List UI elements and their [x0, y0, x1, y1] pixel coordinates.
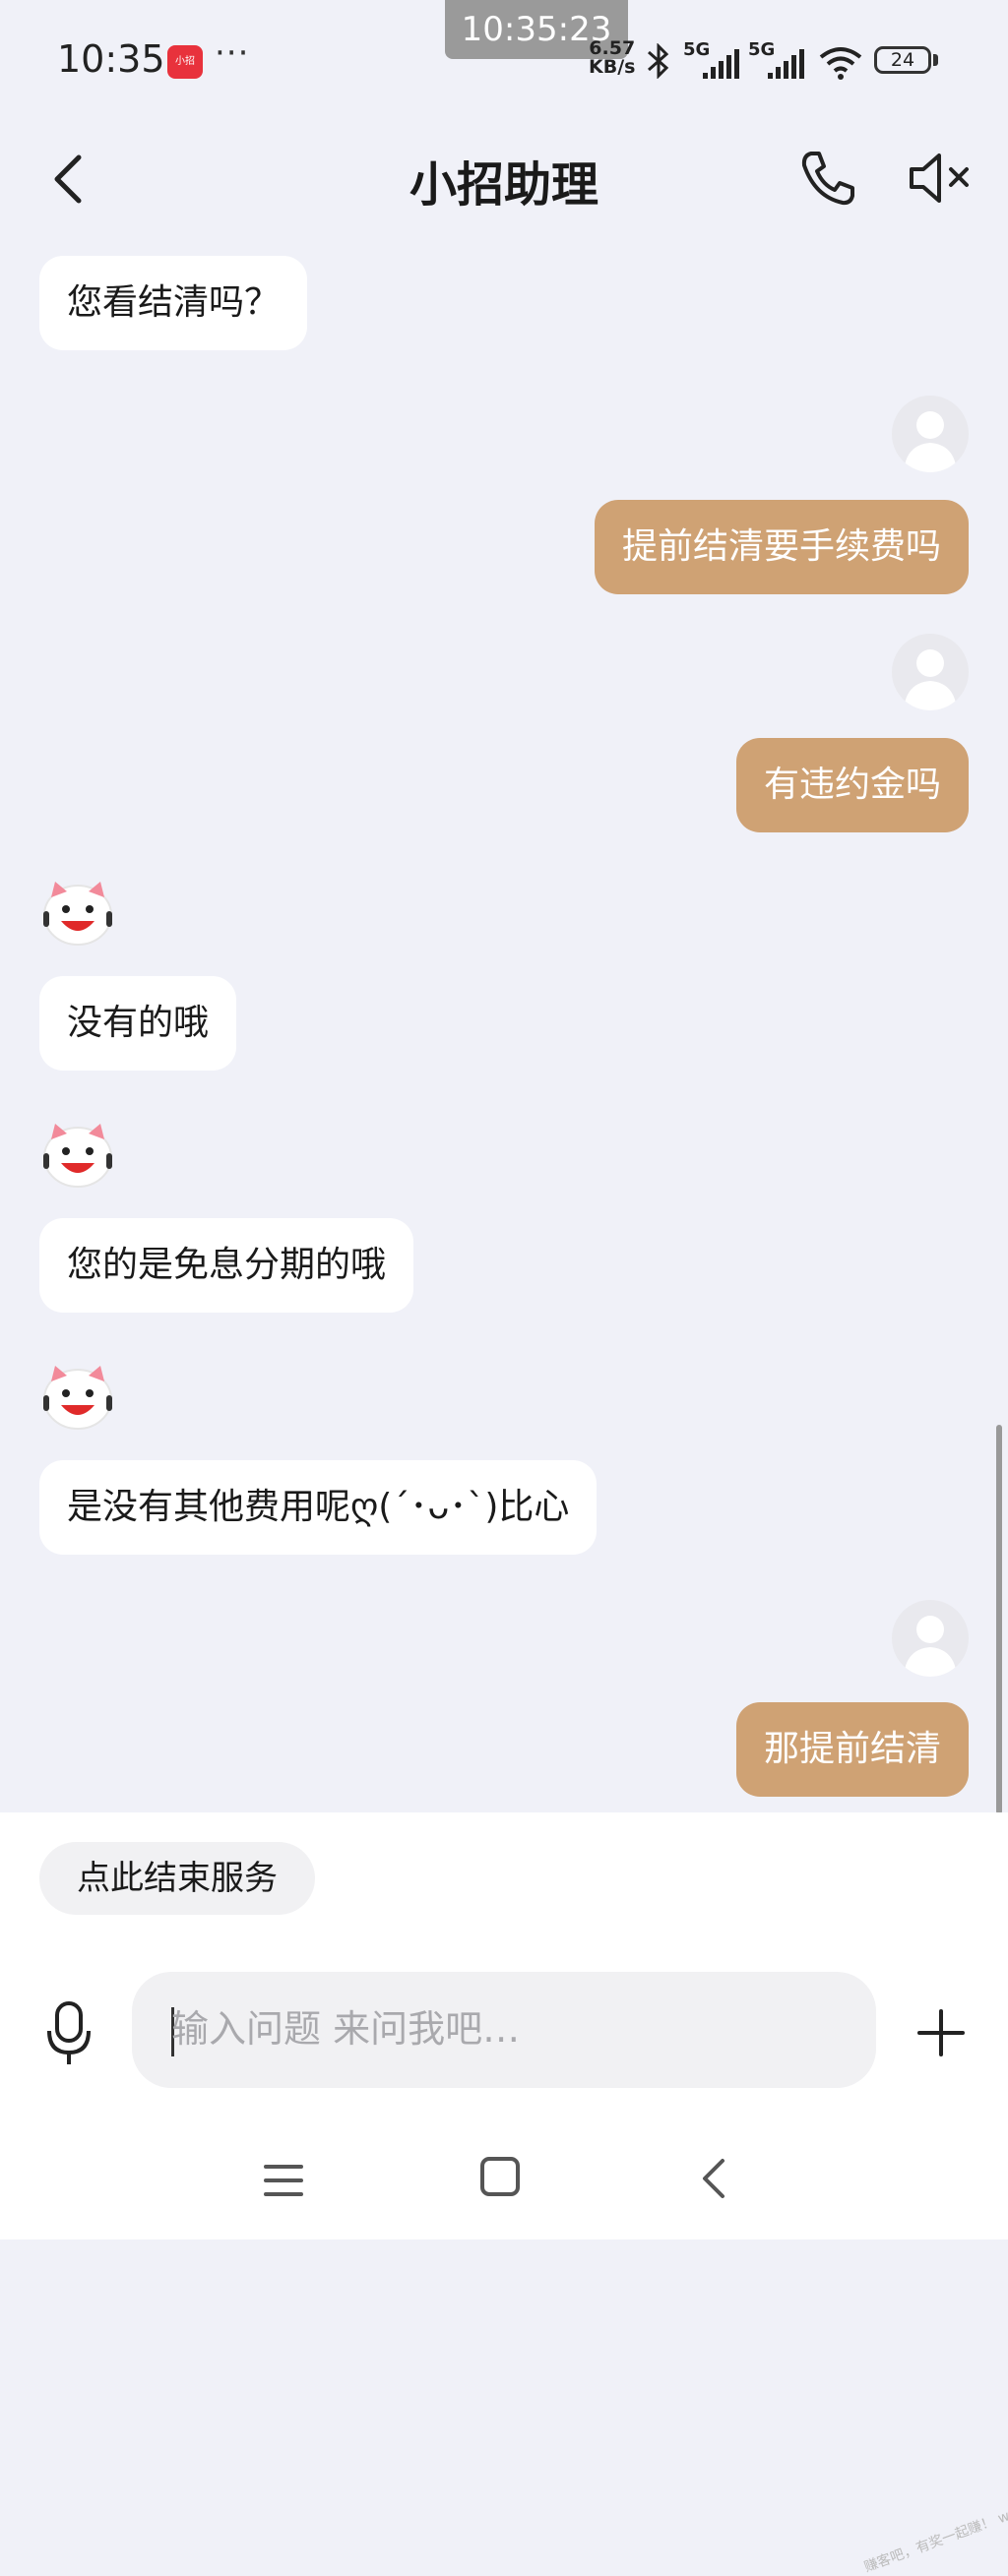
- user-avatar: [892, 396, 969, 472]
- network-speed: 6.57 KB/s: [589, 39, 635, 77]
- input-placeholder: 输入问题 来问我吧…: [171, 2007, 521, 2051]
- bluetooth-icon: [648, 43, 669, 79]
- battery-indicator: 24: [874, 46, 931, 74]
- signal-sim1-icon: [703, 49, 739, 79]
- bot-mascot-avatar-icon: [43, 882, 112, 946]
- user-message: 提前结清要手续费吗: [594, 500, 969, 594]
- user-avatar-icon: [904, 411, 957, 472]
- user-avatar-icon: [904, 1616, 957, 1677]
- system-back-icon[interactable]: [697, 2157, 730, 2200]
- user-avatar-icon: [904, 649, 957, 710]
- question-input[interactable]: 输入问题 来问我吧…: [132, 1972, 876, 2088]
- bot-mascot-avatar-icon: [43, 1124, 112, 1188]
- chat-scrollbar[interactable]: [996, 1425, 1002, 1814]
- home-square-icon[interactable]: [478, 2155, 522, 2198]
- bottom-input-panel: 点此结束服务 输入问题 来问我吧… 赚客吧，有奖一起赚！ www.zuanke8…: [0, 1812, 1008, 2576]
- speaker-mute-icon[interactable]: [906, 148, 975, 209]
- signal-sim2-icon: [768, 49, 804, 79]
- bot-message: 您看结清吗？: [39, 256, 308, 350]
- more-notifications-icon: ···: [215, 33, 250, 73]
- battery-tip: [933, 54, 938, 66]
- bot-message: 是没有其他费用呢ღ(´･ᴗ･`)比心: [39, 1460, 598, 1555]
- chat-message-list[interactable]: 您看结清吗？ 提前结清要手续费吗 有违约金吗 没有的哦 您的是免息分期的哦 是没…: [0, 236, 1008, 1810]
- bot-message: 您的是免息分期的哦: [39, 1218, 414, 1313]
- system-navigation-bar: 赚客吧，有奖一起赚！ www.zuanke8.com: [0, 2137, 1008, 2576]
- app-notification-icon: 小招: [167, 45, 203, 79]
- user-message: 有违约金吗: [735, 738, 969, 832]
- watermark: 赚客吧，有奖一起赚！ www.zuanke8.com: [861, 2468, 1008, 2576]
- phone-call-icon[interactable]: [797, 148, 858, 209]
- chat-header: 小招助理: [0, 118, 1008, 236]
- status-time: 10:35: [57, 37, 165, 81]
- plus-icon[interactable]: [915, 2007, 967, 2058]
- user-avatar: [892, 634, 969, 710]
- recent-apps-icon[interactable]: [262, 2159, 305, 2202]
- wifi-icon: [819, 47, 862, 80]
- user-avatar: [892, 1600, 969, 1677]
- network-speed-unit: KB/s: [589, 56, 636, 78]
- bot-message: 没有的哦: [39, 976, 237, 1071]
- user-message: 那提前结清: [735, 1702, 969, 1797]
- microphone-icon[interactable]: [43, 1999, 94, 2068]
- end-service-button[interactable]: 点此结束服务: [39, 1842, 315, 1915]
- bot-mascot-avatar-icon: [43, 1366, 112, 1430]
- status-bar: 10:35 小招 ··· 10:35:23 6.57 KB/s 5G 5G 24: [0, 0, 1008, 118]
